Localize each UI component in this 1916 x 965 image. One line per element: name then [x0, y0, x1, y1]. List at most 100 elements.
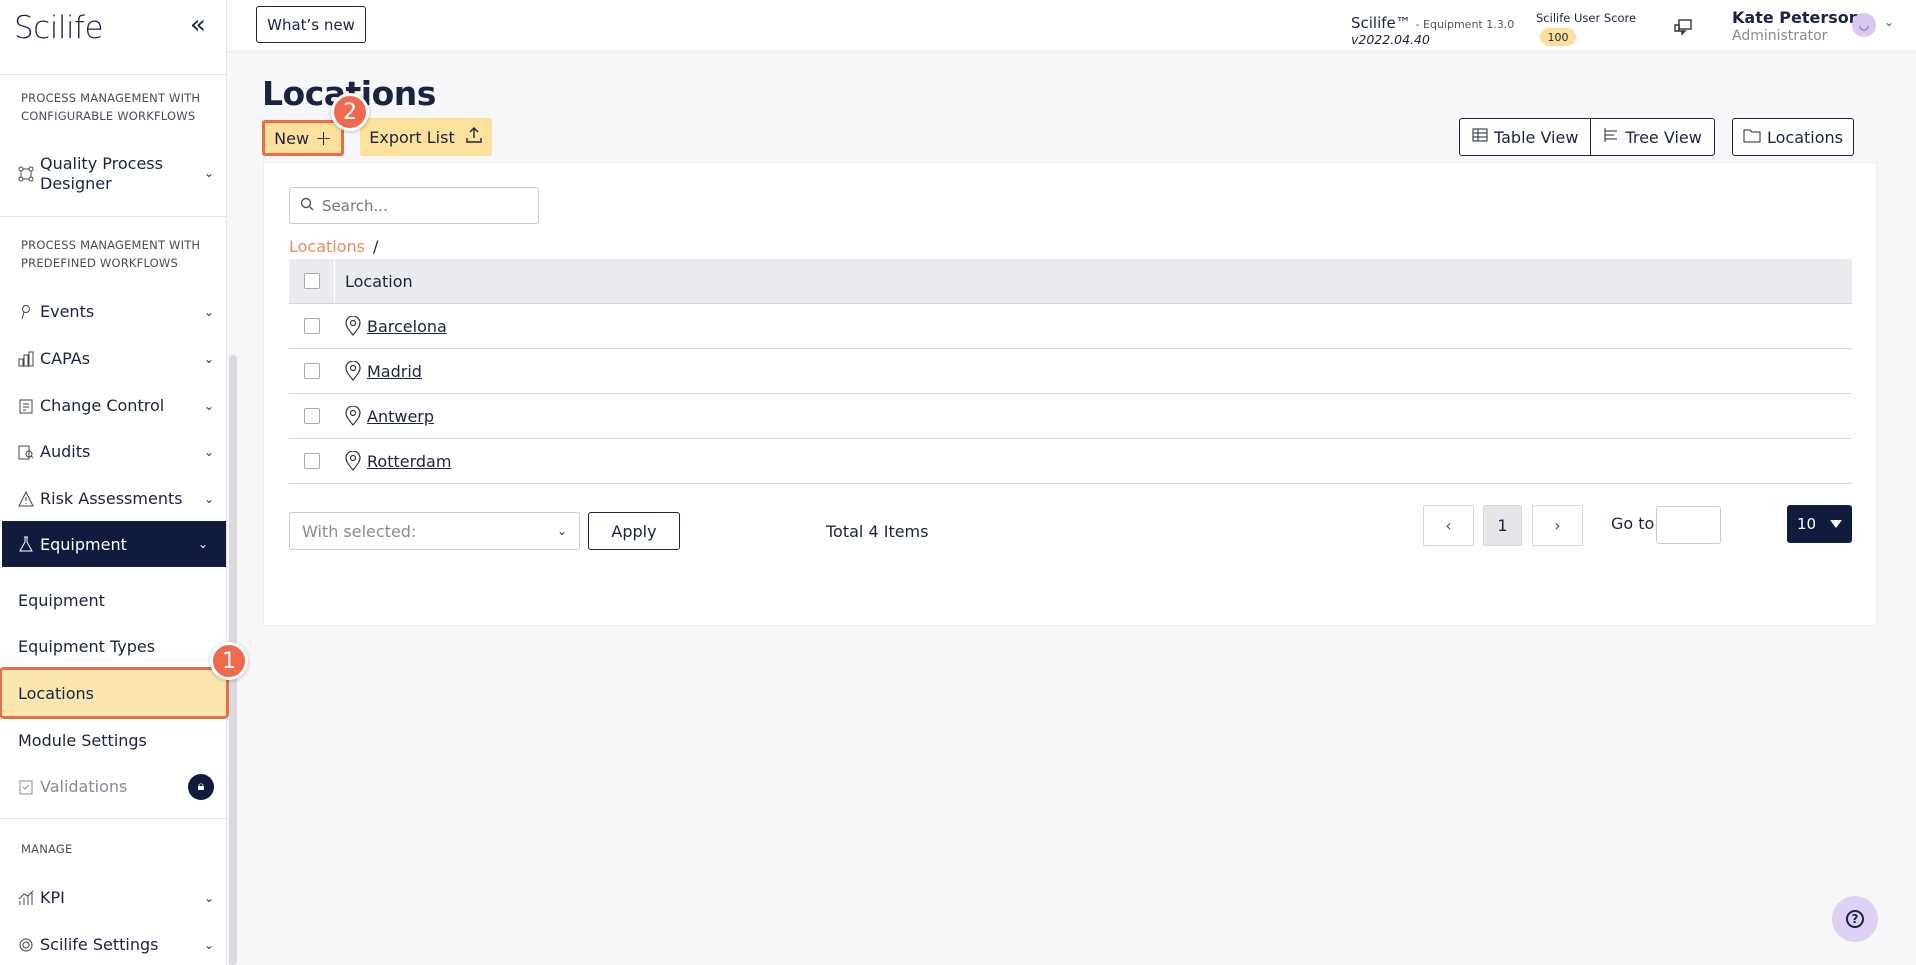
next-page-button[interactable]: › [1532, 505, 1583, 546]
scilife-logo[interactable]: Scilife [14, 10, 104, 46]
chevron-down-icon: ⌄ [203, 937, 214, 952]
chevron-down-icon[interactable]: ⌄ [1884, 15, 1894, 29]
locations-folder-button[interactable]: Locations [1732, 118, 1854, 156]
prev-page-button[interactable]: ‹ [1423, 505, 1474, 546]
row-checkbox[interactable] [304, 453, 320, 469]
sidebar-item-scilife-settings[interactable]: Scilife Settings ⌄ [18, 935, 214, 954]
step-marker-2: 2 [331, 93, 369, 131]
flask-icon [18, 536, 34, 552]
sidebar-item-audits[interactable]: Audits ⌄ [18, 442, 214, 461]
sidebar-item-label: Quality Process [40, 154, 163, 173]
user-score-label: Scilife User Score [1536, 11, 1637, 25]
table-view-button[interactable]: Table View [1460, 119, 1590, 155]
breadcrumb-locations[interactable]: Locations [289, 237, 365, 256]
subitem-equipment-types[interactable]: Equipment Types [18, 637, 155, 656]
divider [0, 74, 226, 75]
location-pin-icon [345, 361, 361, 381]
tree-view-button[interactable]: Tree View [1590, 119, 1713, 155]
section-label-manage: MANAGE [21, 842, 73, 856]
divider [0, 818, 226, 819]
search-input[interactable] [322, 196, 522, 215]
sidebar-item-label: Change Control [40, 396, 165, 415]
sidebar-item-capas[interactable]: CAPAs ⌄ [18, 349, 214, 368]
warning-icon [18, 490, 34, 507]
apply-button[interactable]: Apply [588, 512, 680, 550]
workflow-icon [18, 166, 34, 182]
collapse-sidebar-icon[interactable]: « [190, 10, 206, 40]
row-checkbox[interactable] [304, 408, 320, 424]
sidebar-item-label: Risk Assessments [40, 489, 183, 508]
events-icon [18, 304, 34, 320]
chat-icon[interactable] [1673, 18, 1693, 43]
bulk-action-select[interactable]: With selected: ⌄ [289, 512, 580, 550]
sidebar-item-validations[interactable]: Validations 🔒︎ [18, 773, 214, 800]
help-button[interactable]: ? [1832, 896, 1878, 942]
top-bar [228, 0, 1916, 52]
sidebar-item-events[interactable]: Events ⌄ [18, 302, 214, 321]
page-size-select[interactable]: 10 [1787, 505, 1852, 543]
location-link[interactable]: Barcelona [367, 317, 447, 336]
user-role: Administrator [1732, 28, 1828, 44]
location-pin-icon [345, 451, 361, 471]
sidebar-item-label: CAPAs [40, 349, 91, 368]
upload-icon [465, 126, 483, 148]
kpi-chart-icon [18, 890, 34, 906]
sidebar-item-quality-process-designer[interactable]: Quality Process Designer ⌄ [18, 154, 214, 194]
goto-page-input[interactable] [1656, 506, 1721, 544]
chevron-down-icon: ⌄ [203, 491, 214, 506]
search-box[interactable] [289, 187, 539, 224]
sidebar-item-label: Designer [40, 174, 112, 193]
new-button[interactable]: New + [262, 120, 344, 156]
breadcrumb: Locations / [289, 237, 378, 256]
settings-icon [18, 937, 34, 953]
step-marker-1: 1 [210, 642, 248, 680]
caret-down-icon [1830, 520, 1842, 528]
export-list-button[interactable]: Export List [360, 118, 492, 156]
subitem-locations[interactable]: Locations [0, 667, 229, 719]
search-icon [300, 197, 314, 215]
select-all-checkbox[interactable] [303, 273, 320, 289]
chevron-down-icon: ⌄ [203, 398, 214, 413]
location-link[interactable]: Madrid [367, 362, 422, 381]
location-link[interactable]: Antwerp [367, 407, 434, 426]
sidebar-item-change-control[interactable]: Change Control ⌄ [18, 396, 214, 415]
sidebar-item-risk-assessments[interactable]: Risk Assessments ⌄ [18, 489, 214, 508]
sidebar-item-equipment[interactable]: Equipment ⌄ [2, 521, 226, 567]
page-button-current[interactable]: 1 [1483, 505, 1522, 546]
table-header: Location [289, 259, 1852, 304]
sidebar-item-label: Scilife Settings [40, 935, 159, 954]
view-toggle: Table View Tree View [1459, 118, 1715, 156]
lock-icon: 🔒︎ [188, 773, 214, 800]
user-score-badge: 100 [1540, 28, 1576, 46]
clipboard-icon [18, 779, 34, 795]
location-pin-icon [345, 316, 361, 336]
chevron-down-icon: ⌄ [556, 524, 567, 538]
avatar[interactable]: ◡ [1852, 13, 1876, 37]
location-pin-icon [345, 406, 361, 426]
location-link[interactable]: Rotterdam [367, 452, 451, 471]
divider [0, 216, 226, 217]
folder-icon [1743, 127, 1761, 147]
whats-new-button[interactable]: What’s new [256, 6, 366, 43]
chevron-left-icon: ‹ [1445, 516, 1452, 535]
row-checkbox[interactable] [304, 363, 320, 379]
tree-icon [1603, 127, 1619, 147]
column-header-location[interactable]: Location [335, 272, 413, 291]
sidebar-item-label: Validations [40, 777, 128, 796]
sidebar-item-label: Events [40, 302, 95, 321]
total-items: Total 4 Items [826, 522, 929, 541]
table-row: Barcelona [289, 304, 1852, 349]
chevron-down-icon: ⌄ [203, 444, 214, 459]
subitem-equipment[interactable]: Equipment [18, 591, 105, 610]
locations-table: Location Barcelona Madrid Antwerp Rotter… [289, 259, 1852, 484]
chevron-down-icon: ⌄ [197, 537, 208, 551]
section-label-configurable: PROCESS MANAGEMENT WITH CONFIGURABLE WOR… [21, 91, 201, 123]
breadcrumb-separator: / [373, 237, 379, 256]
section-label-predefined: PROCESS MANAGEMENT WITH PREDEFINED WORKF… [21, 238, 201, 270]
build-version: v2022.04.40 [1351, 32, 1430, 47]
chevron-right-icon: › [1554, 516, 1561, 535]
user-name[interactable]: Kate Peterson [1732, 8, 1860, 27]
sidebar-item-kpi[interactable]: KPI ⌄ [18, 888, 214, 907]
row-checkbox[interactable] [304, 318, 320, 334]
subitem-module-settings[interactable]: Module Settings [18, 731, 147, 750]
